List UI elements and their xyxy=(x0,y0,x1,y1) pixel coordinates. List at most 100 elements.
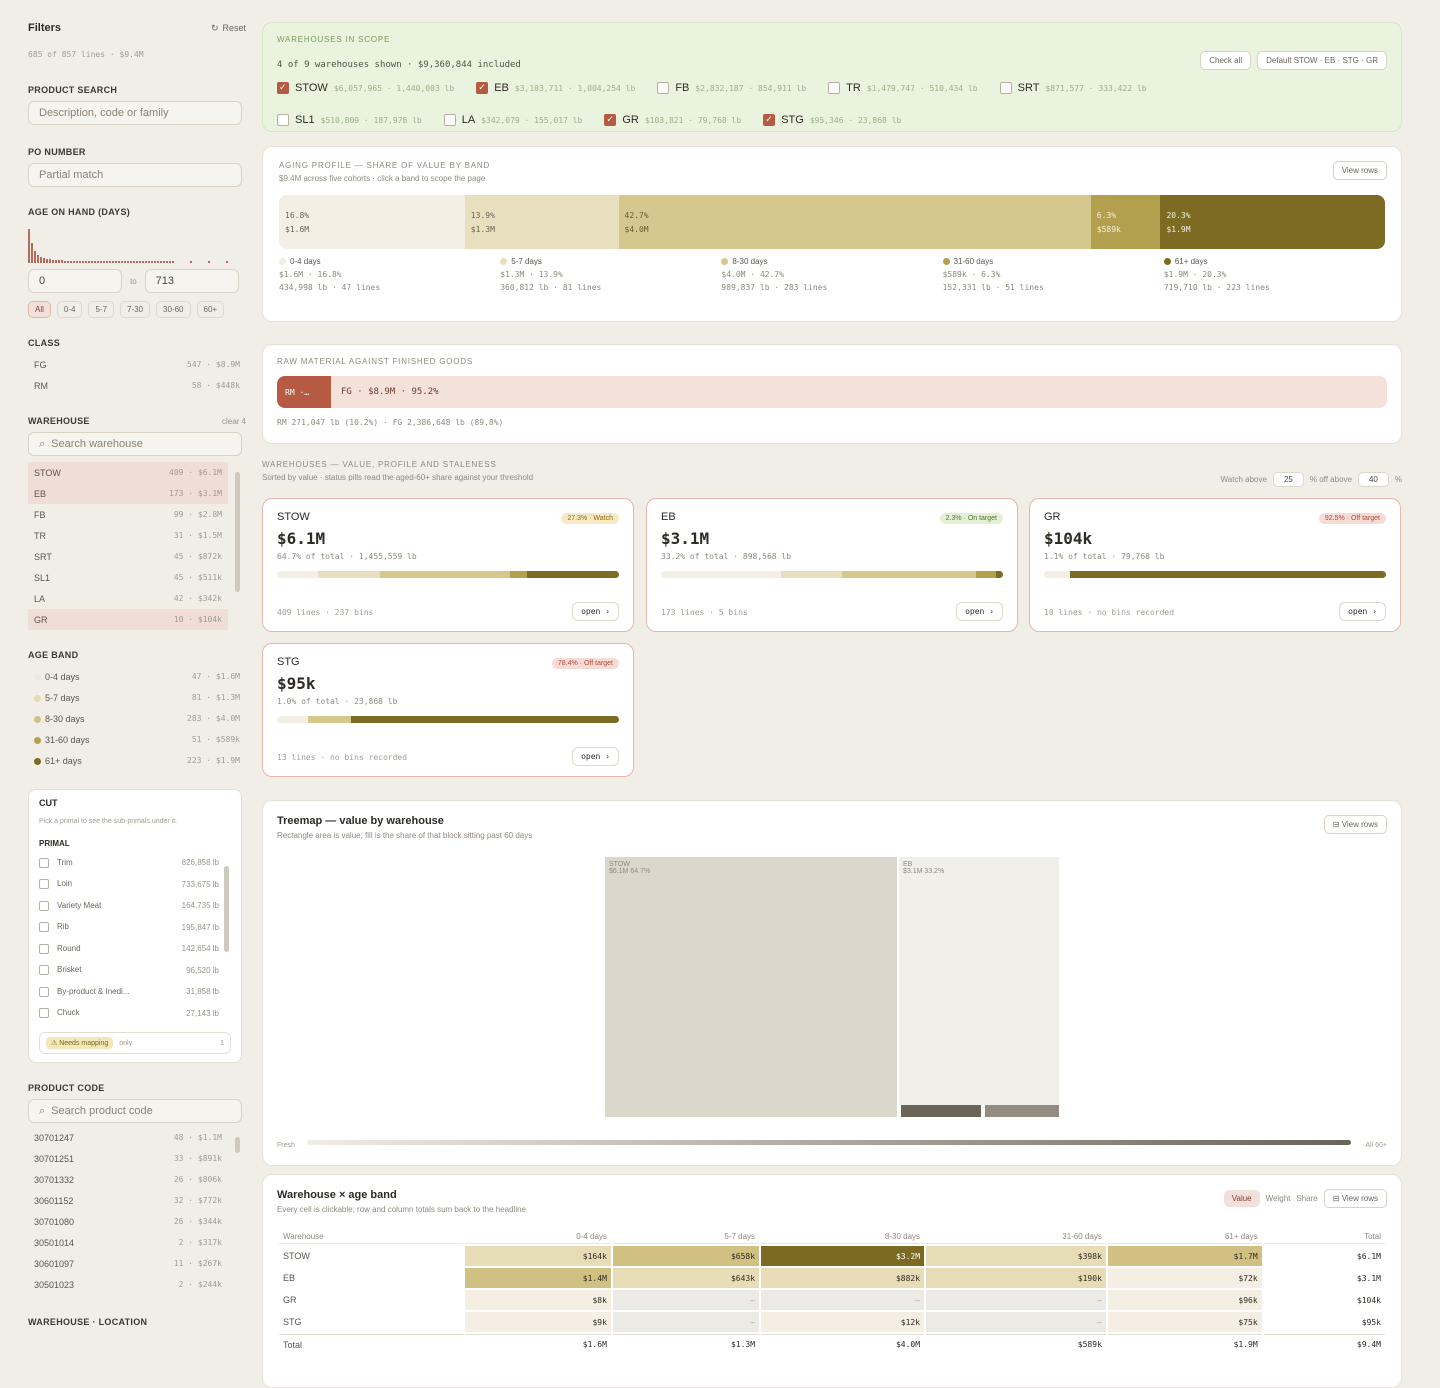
warehouse-item[interactable]: FB 99 · $2.8M xyxy=(28,504,228,525)
product-code-item[interactable]: 30501023 2 · $244k xyxy=(28,1274,228,1295)
product-code-search-input[interactable]: ⌕ Search product code xyxy=(28,1099,242,1123)
po-number-input[interactable]: Partial match xyxy=(28,163,242,187)
matrix-toggle-share[interactable]: Share xyxy=(1296,1194,1317,1203)
age-max-input[interactable]: 713 xyxy=(144,269,239,293)
treemap-block-eb[interactable]: EB $3.1M 33.2% xyxy=(899,857,1059,1105)
checkbox[interactable] xyxy=(39,986,49,997)
checkbox[interactable] xyxy=(39,965,49,976)
matrix-cell[interactable]: – xyxy=(612,1312,760,1332)
product-code-item[interactable]: 30701332 26 · $806k xyxy=(28,1169,228,1190)
off-threshold-input[interactable]: 40 xyxy=(1357,472,1389,487)
matrix-cell[interactable]: $4.0M xyxy=(761,1334,925,1354)
checkbox[interactable] xyxy=(39,1008,49,1019)
checkbox[interactable] xyxy=(476,82,489,94)
product-code-item[interactable]: 30501014 2 · $317k xyxy=(28,1232,228,1253)
primal-item[interactable]: Trim 826,858 lb xyxy=(39,852,219,874)
age-min-input[interactable]: 0 xyxy=(28,269,122,293)
aging-segment-61+-days[interactable]: 20.3% $1.9M xyxy=(1160,195,1385,249)
matrix-cell[interactable]: $12k xyxy=(761,1312,925,1332)
age-chip-7-30[interactable]: 7-30 xyxy=(120,301,151,318)
matrix-cell[interactable]: $1.7M xyxy=(1107,1246,1262,1266)
matrix-cell[interactable]: $882k xyxy=(761,1268,925,1288)
matrix-cell[interactable]: $1.9M xyxy=(1107,1334,1262,1354)
scope-warehouse-tr[interactable]: TR $1,479,747 · 510,434 lb xyxy=(828,82,978,94)
matrix-cell[interactable]: $75k xyxy=(1107,1312,1262,1332)
aging-segment-0-4-days[interactable]: 16.8% $1.6M xyxy=(279,195,465,249)
aging-legend-item[interactable]: 8-30 days $4.0M · 42.7% 989,837 lb · 283 l… xyxy=(721,257,942,292)
matrix-cell[interactable]: $643k xyxy=(612,1268,760,1288)
age-histogram[interactable] xyxy=(28,227,246,263)
product-code-scrollbar[interactable] xyxy=(235,1137,240,1153)
age-band-item[interactable]: 31-60 days 51 · $589k xyxy=(28,729,246,750)
matrix-cell[interactable]: $658k xyxy=(612,1246,760,1266)
warehouse-item[interactable]: GR 10 · $104k xyxy=(28,609,228,630)
checkbox[interactable] xyxy=(443,114,456,126)
checkbox[interactable] xyxy=(277,114,289,126)
primal-item[interactable]: Rib 195,847 lb xyxy=(39,917,219,939)
checkbox[interactable] xyxy=(39,857,49,868)
primal-item[interactable]: Variety Meat 164,735 lb xyxy=(39,895,219,917)
open-button[interactable]: open › xyxy=(956,602,1003,621)
scope-warehouse-stg[interactable]: STG $95,346 · 23,868 lb xyxy=(763,114,901,126)
primal-item[interactable]: Brisket 96,520 lb xyxy=(39,960,219,982)
matrix-toggle-value[interactable]: Value xyxy=(1223,1190,1260,1207)
age-chip-60+[interactable]: 60+ xyxy=(196,301,225,318)
warehouse-item[interactable]: SRT 45 · $872k xyxy=(28,546,228,567)
warehouse-item[interactable]: STOW 409 · $6.1M xyxy=(28,462,228,483)
warehouse-item[interactable]: LA 42 · $342k xyxy=(28,588,228,609)
primal-item[interactable]: Loin 733,675 lb xyxy=(39,874,219,896)
rm-segment[interactable]: RM ·… xyxy=(277,376,331,408)
age-band-item[interactable]: 5-7 days 81 · $1.3M xyxy=(28,687,246,708)
aging-view-rows-button[interactable]: View rows xyxy=(1332,161,1387,180)
fg-segment[interactable]: FG · $8.9M · 95.2% xyxy=(331,376,439,408)
aging-legend-item[interactable]: 5-7 days $1.3M · 13.9% 360,812 lb · 81 lin… xyxy=(500,257,721,292)
warehouse-item[interactable]: EB 173 · $3.1M xyxy=(28,483,228,504)
primal-item[interactable]: Chuck 27,143 lb xyxy=(39,1003,219,1025)
aging-segment-31-60-days[interactable]: 6.3% $589k xyxy=(1090,195,1161,249)
aging-legend-item[interactable]: 61+ days $1.9M · 20.3% 719,710 lb · 223 li… xyxy=(1163,257,1385,292)
scope-warehouse-stow[interactable]: STOW $6,057,965 · 1,440,003 lb xyxy=(277,82,454,94)
warehouse-card-stow[interactable]: STOW 27.3% · Watch $6.1M 64.7% of total · 1… xyxy=(262,498,634,632)
matrix-cell[interactable]: $9k xyxy=(464,1312,611,1332)
scope-warehouse-gr[interactable]: GR $103,821 · 79,768 lb xyxy=(604,114,741,126)
checkbox[interactable] xyxy=(39,943,49,954)
aging-segment-5-7-days[interactable]: 13.9% $1.3M xyxy=(464,195,619,249)
check-all-button[interactable]: Check all xyxy=(1200,51,1252,70)
matrix-cell[interactable]: – xyxy=(926,1290,1106,1310)
product-code-item[interactable]: 30701251 33 · $891k xyxy=(28,1148,228,1169)
matrix-cell[interactable]: $1.6M xyxy=(464,1334,611,1354)
aging-segment-8-30-days[interactable]: 42.7% $4.0M xyxy=(618,195,1091,249)
rmfg-bar[interactable]: RM ·… FG · $8.9M · 95.2% xyxy=(277,376,1387,408)
warehouse-item[interactable]: TR 31 · $1.5M xyxy=(28,525,228,546)
default-scope-button[interactable]: Default STOW · EB · STG · GR xyxy=(1257,51,1387,70)
age-band-item[interactable]: 0-4 days 47 · $1.6M xyxy=(28,666,246,687)
scope-warehouse-sl1[interactable]: SL1 $510,809 · 187,978 lb xyxy=(277,114,422,126)
product-code-item[interactable]: 30701247 48 · $1.1M xyxy=(28,1127,228,1148)
checkbox[interactable] xyxy=(604,114,617,126)
product-code-item[interactable]: 30601097 11 · $267k xyxy=(28,1253,228,1274)
primal-list-scrollbar[interactable] xyxy=(224,866,229,952)
watch-threshold-input[interactable]: 25 xyxy=(1272,472,1304,487)
primal-item[interactable]: By-product & Inedi... 31,858 lb xyxy=(39,981,219,1003)
open-button[interactable]: open › xyxy=(572,602,619,621)
aging-legend-item[interactable]: 31-60 days $589k · 6.3% 152,331 lb · 51 li… xyxy=(942,257,1164,292)
matrix-toggle-weight[interactable]: Weight xyxy=(1266,1194,1291,1203)
product-code-item[interactable]: 30601152 32 · $772k xyxy=(28,1190,228,1211)
needs-mapping-filter[interactable]: ⚠ Needs mapping only 1 xyxy=(39,1032,231,1054)
open-button[interactable]: open › xyxy=(1339,602,1386,621)
scope-warehouse-eb[interactable]: EB $3,103,711 · 1,004,254 lb xyxy=(476,82,635,94)
age-chip-All[interactable]: All xyxy=(28,301,51,318)
scope-warehouse-srt[interactable]: SRT $871,577 · 333,422 lb xyxy=(999,82,1147,94)
matrix-cell[interactable]: $1.3M xyxy=(612,1334,760,1354)
age-chip-30-60[interactable]: 30-60 xyxy=(156,301,191,318)
warehouse-card-stg[interactable]: STG 78.4% · Off target $95k 1.0% of total ·… xyxy=(262,643,634,777)
matrix-cell[interactable]: $589k xyxy=(926,1334,1106,1354)
warehouse-item[interactable]: SL1 45 · $511k xyxy=(28,567,228,588)
scope-warehouse-la[interactable]: LA $342,079 · 155,017 lb xyxy=(443,114,582,126)
age-chip-0-4[interactable]: 0-4 xyxy=(56,301,83,318)
treemap-view-rows-button[interactable]: ⊟ View rows xyxy=(1323,815,1387,834)
warehouse-list-scrollbar[interactable] xyxy=(235,472,240,592)
treemap-block-stg[interactable] xyxy=(985,1105,1059,1117)
treemap-block-gr[interactable] xyxy=(901,1105,981,1117)
open-button[interactable]: open › xyxy=(572,747,619,766)
